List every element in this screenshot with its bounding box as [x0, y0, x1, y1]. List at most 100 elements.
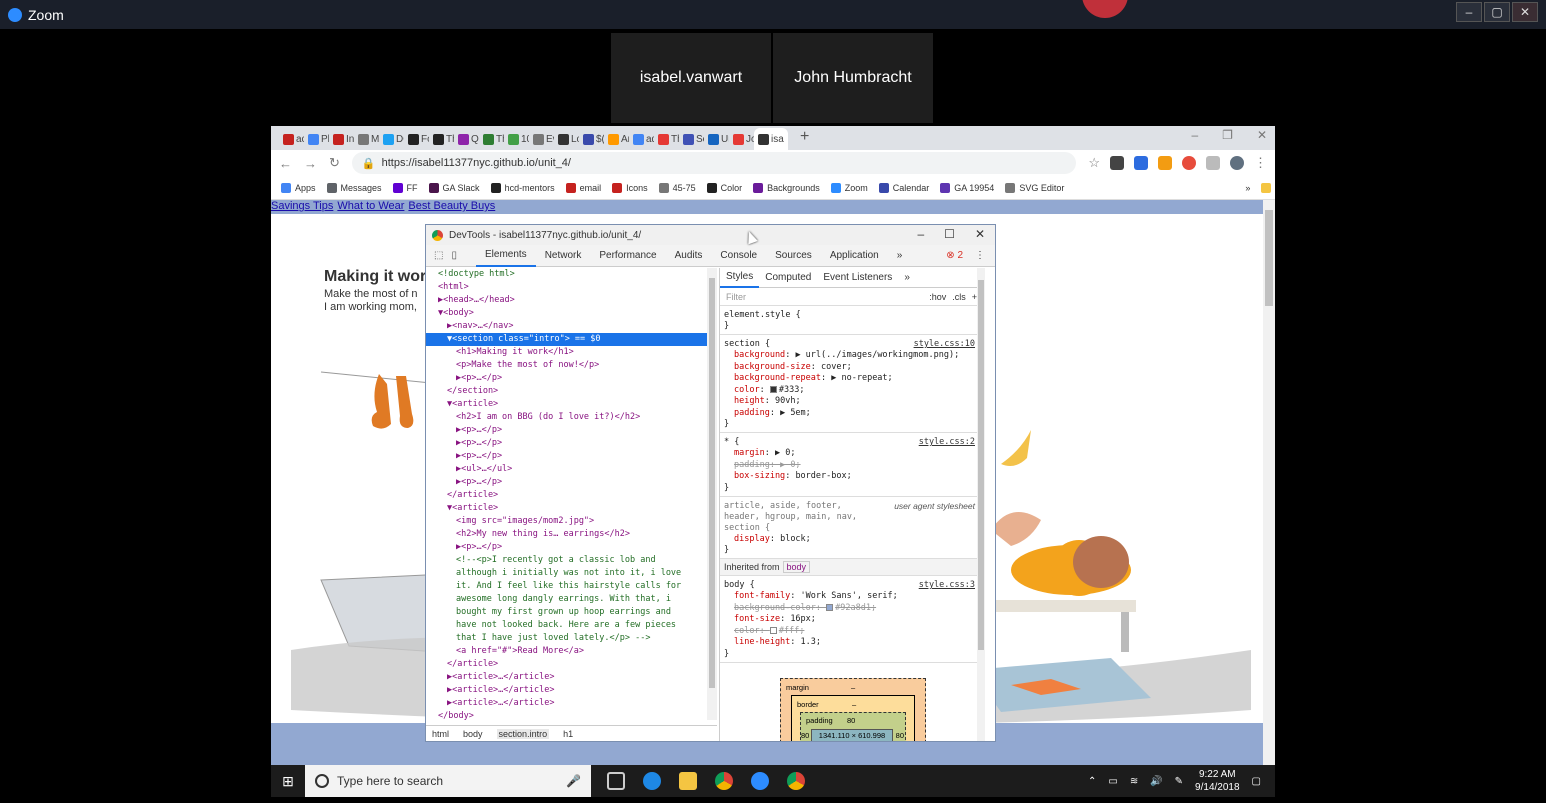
- browser-tab[interactable]: Fo: [404, 128, 429, 150]
- css-source-link[interactable]: style.css:3: [919, 580, 975, 590]
- nav-link-what-to-wear[interactable]: What to Wear: [337, 200, 404, 212]
- css-property-value[interactable]: #fff;: [779, 626, 805, 636]
- dom-node[interactable]: ▶<ul>…</ul>: [426, 463, 707, 476]
- browser-tab[interactable]: Ple: [304, 128, 329, 150]
- dom-node[interactable]: <h1>Making it work</h1>: [426, 346, 707, 359]
- nav-link-savings-tips[interactable]: Savings Tips: [271, 200, 333, 212]
- devtools-minimize-icon[interactable]: –: [917, 227, 924, 241]
- css-rule[interactable]: element.style {}: [720, 306, 985, 335]
- bookmark-item[interactable]: SVG Editor: [1005, 182, 1064, 193]
- dom-node[interactable]: ▶<article>…</article>: [426, 671, 707, 684]
- forward-icon[interactable]: →: [304, 156, 317, 171]
- browser-tab[interactable]: Ev: [529, 128, 554, 150]
- box-model-padding-left[interactable]: 80: [801, 731, 809, 740]
- browser-tab[interactable]: Th: [429, 128, 454, 150]
- css-property-name[interactable]: font-size: [734, 614, 780, 624]
- css-property[interactable]: background: ▶ url(../images/workingmom.p…: [724, 350, 981, 362]
- css-property-name[interactable]: background-color: [734, 603, 816, 613]
- css-property[interactable]: font-family: 'Work Sans', serif;: [724, 591, 981, 603]
- color-swatch-icon[interactable]: [826, 603, 834, 611]
- pen-icon[interactable]: ✎: [1175, 776, 1183, 787]
- opera-extension-icon[interactable]: [1182, 156, 1196, 170]
- css-property-name[interactable]: color: [734, 385, 760, 395]
- css-property-name[interactable]: line-height: [734, 637, 790, 647]
- css-property-value[interactable]: ▶ 0;: [780, 460, 800, 470]
- css-property-name[interactable]: padding: [734, 460, 770, 470]
- css-property-name[interactable]: box-sizing: [734, 471, 785, 481]
- microphone-icon[interactable]: 🎤: [566, 774, 581, 788]
- page-scroll-thumb[interactable]: [1265, 210, 1273, 306]
- dom-node[interactable]: <h2>I am on BBG (do I love it?)</h2>: [426, 411, 707, 424]
- edge-icon[interactable]: [643, 772, 661, 790]
- dom-node[interactable]: ▶<nav>…</nav>: [426, 320, 707, 333]
- file-explorer-icon[interactable]: [679, 772, 697, 790]
- breadcrumb-item[interactable]: body: [463, 729, 483, 739]
- css-selector[interactable]: element.style {: [724, 310, 981, 321]
- tab-styles[interactable]: Styles: [720, 268, 760, 288]
- bookmark-item[interactable]: GA Slack: [428, 182, 480, 193]
- taskbar-search-box[interactable]: Type here to search 🎤: [305, 765, 591, 797]
- dom-node[interactable]: <html>: [426, 281, 707, 294]
- css-property-value[interactable]: ▶ no-repeat;: [831, 373, 892, 383]
- address-bar[interactable]: 🔒 https://isabel11377nyc.github.io/unit_…: [351, 152, 1077, 174]
- dom-node[interactable]: <!doctype html>: [426, 268, 707, 281]
- back-icon[interactable]: ←: [279, 156, 292, 171]
- browser-tab[interactable]: 10: [504, 128, 529, 150]
- browser-maximize-icon[interactable]: ❐: [1222, 128, 1233, 142]
- dom-node[interactable]: ▶<head>…</head>: [426, 294, 707, 307]
- box-model-padding-right[interactable]: 80: [896, 731, 904, 740]
- dom-node[interactable]: ▼<body>: [426, 307, 707, 320]
- taskbar-clock[interactable]: 9:22 AM 9/14/2018: [1195, 768, 1240, 794]
- devtools-tab-application[interactable]: Application: [821, 245, 888, 267]
- css-property[interactable]: padding: ▶ 5em;: [724, 408, 981, 420]
- css-property-value[interactable]: border-box;: [795, 471, 851, 481]
- css-property[interactable]: display: block;: [724, 534, 981, 546]
- new-tab-button[interactable]: +: [800, 128, 809, 150]
- bookmark-item[interactable]: hcd-mentors: [490, 182, 555, 193]
- participant-tile[interactable]: isabel.vanwart: [611, 33, 771, 123]
- dom-node[interactable]: have not looked back. Here are a few pie…: [426, 619, 707, 632]
- browser-tab[interactable]: Lo: [554, 128, 579, 150]
- dom-node[interactable]: <img src="images/mom2.jpg">: [426, 515, 707, 528]
- devtools-tab-network[interactable]: Network: [536, 245, 591, 267]
- pocket-extension-icon[interactable]: [1110, 156, 1124, 170]
- bookmark-item[interactable]: 45-75: [658, 182, 696, 193]
- css-property[interactable]: background-size: cover;: [724, 362, 981, 374]
- volume-icon[interactable]: 🔊: [1150, 776, 1162, 787]
- dom-node[interactable]: ▼<article>: [426, 502, 707, 515]
- css-property-name[interactable]: background-repeat: [734, 373, 821, 383]
- maximize-button[interactable]: ▢: [1484, 2, 1510, 22]
- devtools-tab-console[interactable]: Console: [711, 245, 766, 267]
- css-rule[interactable]: section {style.css:10 background: ▶ url(.…: [720, 335, 985, 433]
- page-scrollbar[interactable]: [1263, 200, 1275, 765]
- devtools-tab-audits[interactable]: Audits: [666, 245, 712, 267]
- bookmark-item[interactable]: email: [565, 182, 601, 193]
- dom-node[interactable]: <h2>My new thing is… earrings</h2>: [426, 528, 707, 541]
- css-property-value[interactable]: ▶ url(../images/workingmom.png);: [795, 350, 959, 360]
- browser-tab[interactable]: Th: [654, 128, 679, 150]
- chrome-icon[interactable]: [787, 772, 805, 790]
- color-swatch-icon[interactable]: [769, 626, 777, 634]
- bookmark-item[interactable]: Other bookmarks: [1261, 182, 1275, 193]
- css-property[interactable]: background-repeat: ▶ no-repeat;: [724, 373, 981, 385]
- styles-scroll-thumb[interactable]: [978, 280, 984, 650]
- dom-node[interactable]: ▼<article>: [426, 398, 707, 411]
- css-property[interactable]: font-size: 16px;: [724, 614, 981, 626]
- css-rule[interactable]: * {style.css:2 margin: ▶ 0; padding: ▶ 0; b…: [720, 433, 985, 497]
- devtools-menu-icon[interactable]: ⋮: [975, 250, 985, 261]
- devtools-titlebar[interactable]: DevTools - isabel11377nyc.github.io/unit…: [426, 225, 995, 245]
- browser-tab[interactable]: An: [604, 128, 629, 150]
- zoom-share-control[interactable]: [1082, 0, 1128, 18]
- error-count-badge[interactable]: ⊗ 2: [946, 250, 963, 261]
- devtools-tab-sources[interactable]: Sources: [766, 245, 821, 267]
- dom-node[interactable]: </article>: [426, 489, 707, 502]
- wifi-icon[interactable]: ≋: [1130, 776, 1138, 787]
- bookmark-item[interactable]: Icons: [612, 182, 648, 193]
- minimize-button[interactable]: –: [1456, 2, 1482, 22]
- browser-tab[interactable]: ad: [629, 128, 654, 150]
- css-property-value[interactable]: 16px;: [790, 614, 816, 624]
- box-model-border-value[interactable]: –: [852, 700, 856, 709]
- css-property-value[interactable]: #333;: [779, 385, 805, 395]
- browser-tab[interactable]: Ur: [704, 128, 729, 150]
- css-property[interactable]: margin: ▶ 0;: [724, 448, 981, 460]
